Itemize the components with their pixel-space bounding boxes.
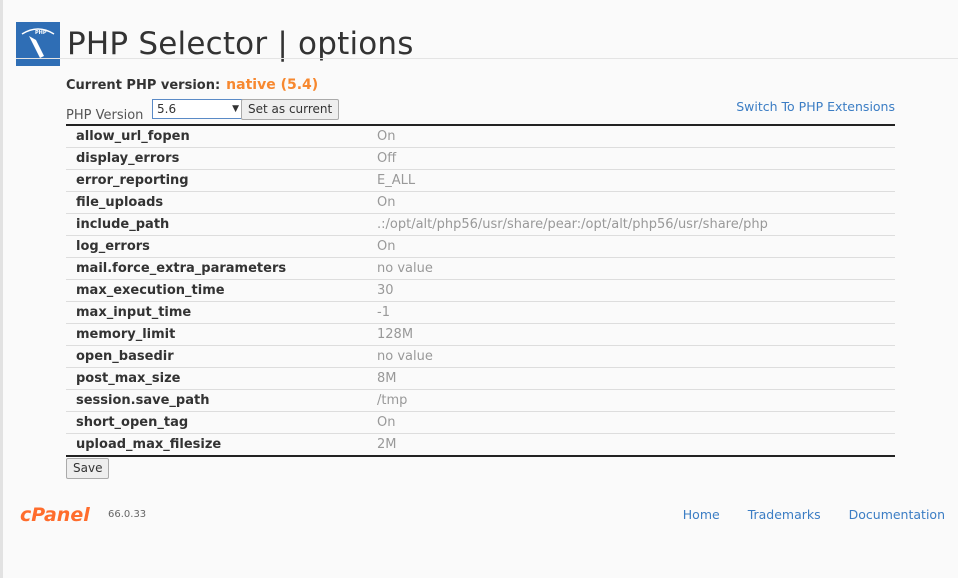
option-value: no value (377, 345, 895, 368)
option-row: file_uploads On (66, 191, 895, 214)
php-version-select[interactable]: 5.6 ▼ (152, 99, 244, 119)
option-row: error_reporting E_ALL (66, 169, 895, 192)
option-name: mail.force_extra_parameters (66, 257, 377, 280)
option-value: On (377, 411, 895, 434)
options-table: allow_url_fopen On display_errors Off error_… (66, 124, 895, 457)
set-as-current-button[interactable]: Set as current (241, 99, 340, 120)
option-value: Off (377, 147, 895, 170)
footer-links: Home Trademarks Documentation (659, 507, 945, 522)
option-value: On (377, 191, 895, 214)
option-name: memory_limit (66, 323, 377, 346)
option-row: display_errors Off (66, 147, 895, 170)
option-value: 2M (377, 437, 397, 452)
selected-version: 5.6 (157, 102, 177, 116)
divider (16, 58, 958, 59)
option-name: post_max_size (66, 367, 377, 390)
option-row: short_open_tag On (66, 411, 895, 434)
current-version-value: native (5.4) (226, 77, 319, 93)
option-name: short_open_tag (66, 411, 377, 434)
option-row: log_errors On (66, 235, 895, 258)
option-row: max_execution_time 30 (66, 279, 895, 302)
option-name: display_errors (66, 147, 377, 170)
option-value: -1 (377, 301, 895, 324)
option-name: upload_max_filesize (76, 437, 222, 452)
option-row: upload_max_filesize 2M (66, 434, 895, 457)
footer-link-documentation[interactable]: Documentation (849, 507, 945, 522)
footer: cPanel 66.0.33 (20, 504, 146, 524)
option-name: log_errors (66, 235, 377, 258)
option-name: session.save_path (66, 389, 377, 412)
option-row: session.save_path/tmp (66, 389, 895, 412)
php-gauge-icon: PHP (16, 21, 60, 66)
option-name: error_reporting (66, 169, 377, 192)
option-value: 128M (377, 323, 895, 346)
cpanel-version: 66.0.33 (108, 508, 147, 520)
option-row: include_path .:/opt/alt/php56/usr/share/p… (66, 213, 895, 236)
cpanel-logo: cPanel (20, 504, 90, 524)
option-value: no value (377, 257, 895, 280)
option-name: max_input_time (66, 301, 377, 324)
current-php-version: Current PHP version: native (5.4) (66, 77, 318, 93)
option-name: file_uploads (66, 191, 377, 214)
option-row: open_basedir no value (66, 345, 895, 368)
svg-text:PHP: PHP (35, 30, 47, 36)
current-version-label: Current PHP version: (66, 78, 221, 93)
option-value: E_ALL (377, 169, 895, 192)
footer-link-trademarks[interactable]: Trademarks (748, 507, 821, 522)
option-row: memory_limit 128M (66, 323, 895, 346)
option-name: max_execution_time (66, 279, 377, 302)
option-name: include_path (66, 213, 377, 236)
version-row: PHP Version 5.6 ▼ Set as current Switch T… (66, 99, 895, 123)
option-value: 8M (377, 367, 895, 390)
php-version-label: PHP Version (66, 108, 144, 123)
svg-text:cPanel: cPanel (20, 504, 90, 524)
option-value: On (377, 235, 895, 258)
option-name: allow_url_fopen (66, 125, 377, 148)
option-value: 30 (377, 279, 895, 302)
option-value: .:/opt/alt/php56/usr/share/pear:/opt/alt… (377, 213, 895, 236)
option-row: mail.force_extra_parameters no value (66, 257, 895, 280)
option-row: max_input_time -1 (66, 301, 895, 324)
switch-to-extensions-link[interactable]: Switch To PHP Extensions (736, 99, 895, 114)
option-name: open_basedir (66, 345, 377, 368)
option-row: allow_url_fopen On (66, 125, 895, 148)
page-title: PHP Selector | options (67, 25, 414, 62)
page-header: PHP PHP Selector | options (16, 5, 414, 83)
option-value: /tmp (377, 389, 895, 412)
footer-link-home[interactable]: Home (683, 507, 720, 522)
chevron-down-icon: ▼ (232, 104, 239, 114)
option-value: On (377, 125, 895, 148)
save-button[interactable]: Save (66, 458, 110, 479)
option-row: post_max_size 8M (66, 367, 895, 390)
